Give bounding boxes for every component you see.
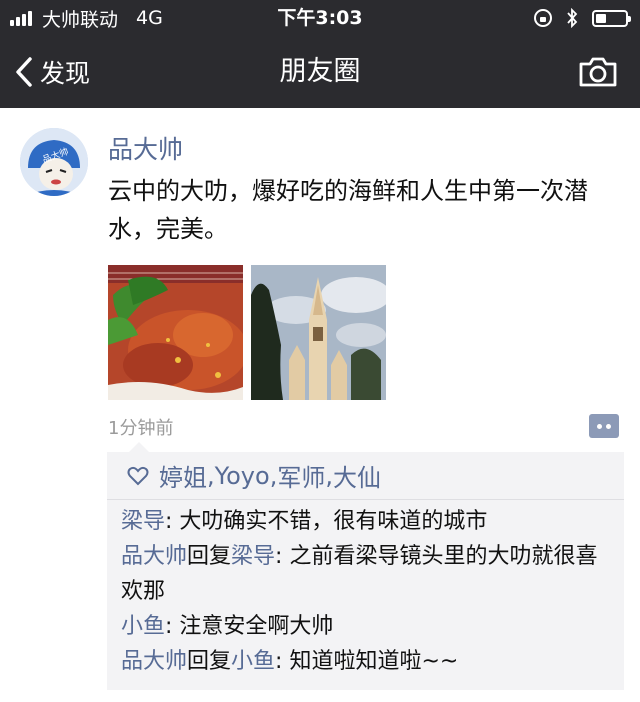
photo-cathedral[interactable] <box>251 265 386 400</box>
comment-dots-icon[interactable] <box>589 414 619 438</box>
avatar[interactable]: 品大帅 <box>20 128 88 196</box>
like-separator: , <box>207 461 215 490</box>
author-name[interactable]: 品大帅 <box>108 130 183 166</box>
comment-item[interactable]: 品大帅回复梁导: 之前看梁导镜头里的大叻就很喜欢那 <box>121 539 617 609</box>
status-bar: 大帅联动 4G 下午3:03 <box>0 0 640 36</box>
liker-name[interactable]: 大仙 <box>333 458 381 493</box>
comment-author[interactable]: 小鱼 <box>121 614 165 639</box>
like-separator: , <box>325 461 333 490</box>
comment-item[interactable]: 小鱼: 注意安全啊大帅 <box>121 609 617 644</box>
comment-list: 梁导: 大叻确实不错，很有味道的城市 品大帅回复梁导: 之前看梁导镜头里的大叻就… <box>121 504 617 679</box>
cathedral-image <box>251 265 386 400</box>
comment-item[interactable]: 梁导: 大叻确实不错，很有味道的城市 <box>121 504 617 539</box>
comment-box: 婷姐, Yoyo, 军师, 大仙 梁导: 大叻确实不错，很有味道的城市 品大帅回… <box>107 442 624 690</box>
moment-post: 品大帅 品大帅 云中的大叻，爆好吃的海鲜和人生中第一次潜水，完美。 1分钟前 婷… <box>0 108 640 702</box>
reply-to-name[interactable]: 梁导 <box>231 544 275 569</box>
reply-word: 回复 <box>187 649 232 674</box>
page-title: 朋友圈 <box>279 56 361 87</box>
post-time: 1分钟前 <box>108 418 174 439</box>
reply-to-name[interactable]: 小鱼 <box>231 649 275 674</box>
photo-seafood[interactable] <box>108 265 243 400</box>
comment-text: : 大叻确实不错，很有味道的城市 <box>165 509 488 534</box>
lock-rotation-icon <box>534 9 552 27</box>
liker-name[interactable]: 军师 <box>277 458 325 493</box>
heart-icon <box>127 466 149 486</box>
status-right <box>534 0 631 36</box>
avatar-image: 品大帅 <box>20 128 88 196</box>
post-text: 云中的大叻，爆好吃的海鲜和人生中第一次潜水，完美。 <box>108 177 588 243</box>
comment-text: : 知道啦知道啦~~ <box>275 649 459 674</box>
liker-name[interactable]: 婷姐 <box>159 458 207 493</box>
seafood-image <box>108 265 243 400</box>
likes-row: 婷姐, Yoyo, 军师, 大仙 <box>107 452 624 500</box>
battery-icon <box>592 9 631 27</box>
camera-icon <box>579 57 617 87</box>
bluetooth-icon <box>566 8 578 28</box>
camera-button[interactable] <box>578 56 618 88</box>
comment-author[interactable]: 品大帅 <box>121 649 187 674</box>
comment-item[interactable]: 品大帅回复小鱼: 知道啦知道啦~~ <box>121 644 617 679</box>
reply-word: 回复 <box>187 544 232 569</box>
comment-author[interactable]: 梁导 <box>121 509 165 534</box>
nav-bar: 发现 朋友圈 <box>0 36 640 108</box>
like-separator: , <box>269 461 278 490</box>
liker-name[interactable]: Yoyo <box>215 462 270 490</box>
comment-author[interactable]: 品大帅 <box>121 544 187 569</box>
comment-text: : 注意安全啊大帅 <box>165 614 334 639</box>
